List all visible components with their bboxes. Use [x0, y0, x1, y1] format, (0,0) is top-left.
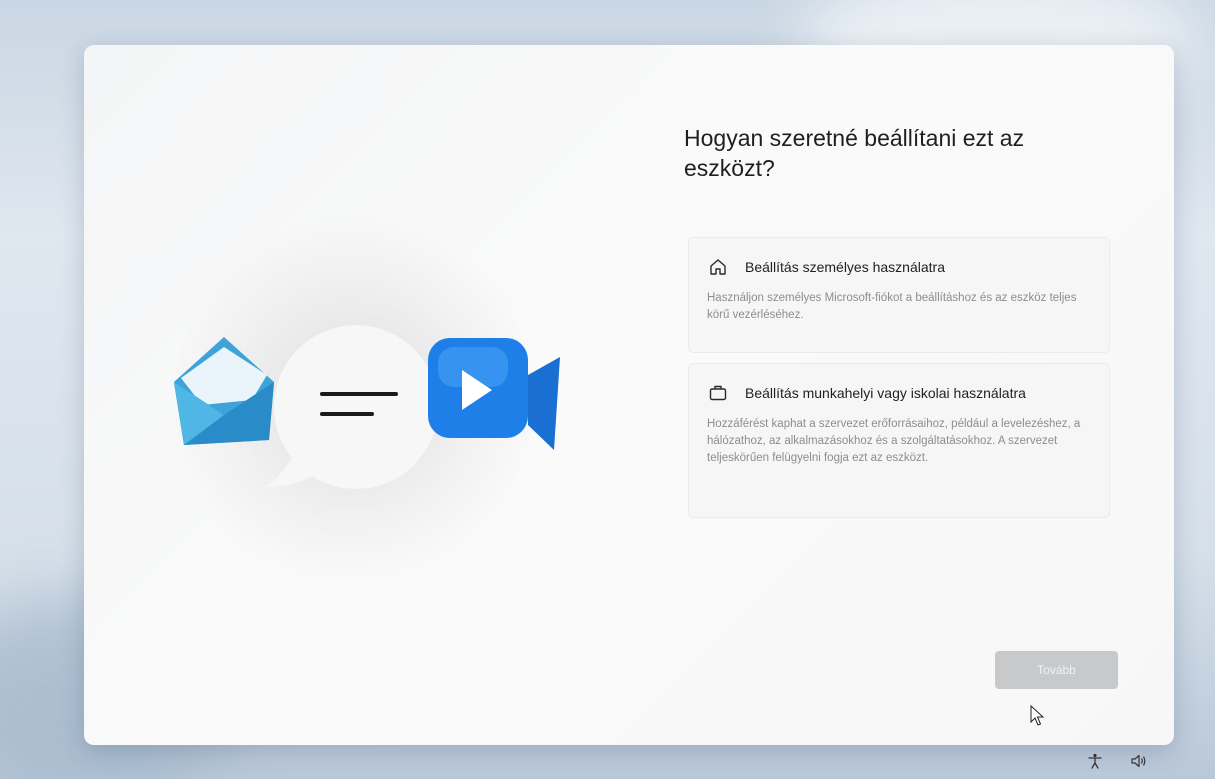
next-button[interactable]: Tovább — [995, 651, 1118, 689]
apps-illustration — [174, 325, 560, 489]
volume-icon[interactable] — [1130, 752, 1148, 770]
option-work-school-use[interactable]: Beállítás munkahelyi vagy iskolai haszná… — [688, 363, 1110, 518]
illustration — [84, 45, 644, 745]
page-title: Hogyan szeretné beállítani ezt az eszköz… — [684, 125, 1025, 181]
option-description: Hozzáférést kaphat a szervezet erőforrás… — [707, 418, 1081, 464]
option-personal-use[interactable]: Beállítás személyes használatra Használj… — [688, 237, 1110, 353]
option-header: Beállítás személyes használatra — [707, 256, 1093, 278]
briefcase-icon — [707, 382, 729, 404]
home-icon — [707, 256, 729, 278]
option-title: Beállítás személyes használatra — [745, 259, 945, 275]
mail-icon — [174, 337, 274, 445]
oobe-window: Hogyan szeretné beállítani ezt az eszköz… — [84, 45, 1174, 745]
accessibility-icon[interactable] — [1086, 752, 1104, 770]
chat-bubble-icon — [264, 325, 438, 489]
option-description: Használjon személyes Microsoft-fiókot a … — [707, 292, 1077, 321]
option-header: Beállítás munkahelyi vagy iskolai haszná… — [707, 382, 1093, 404]
option-title: Beállítás munkahelyi vagy iskolai haszná… — [745, 385, 1026, 401]
mouse-cursor-icon — [1030, 705, 1044, 726]
video-camera-icon — [428, 338, 560, 450]
